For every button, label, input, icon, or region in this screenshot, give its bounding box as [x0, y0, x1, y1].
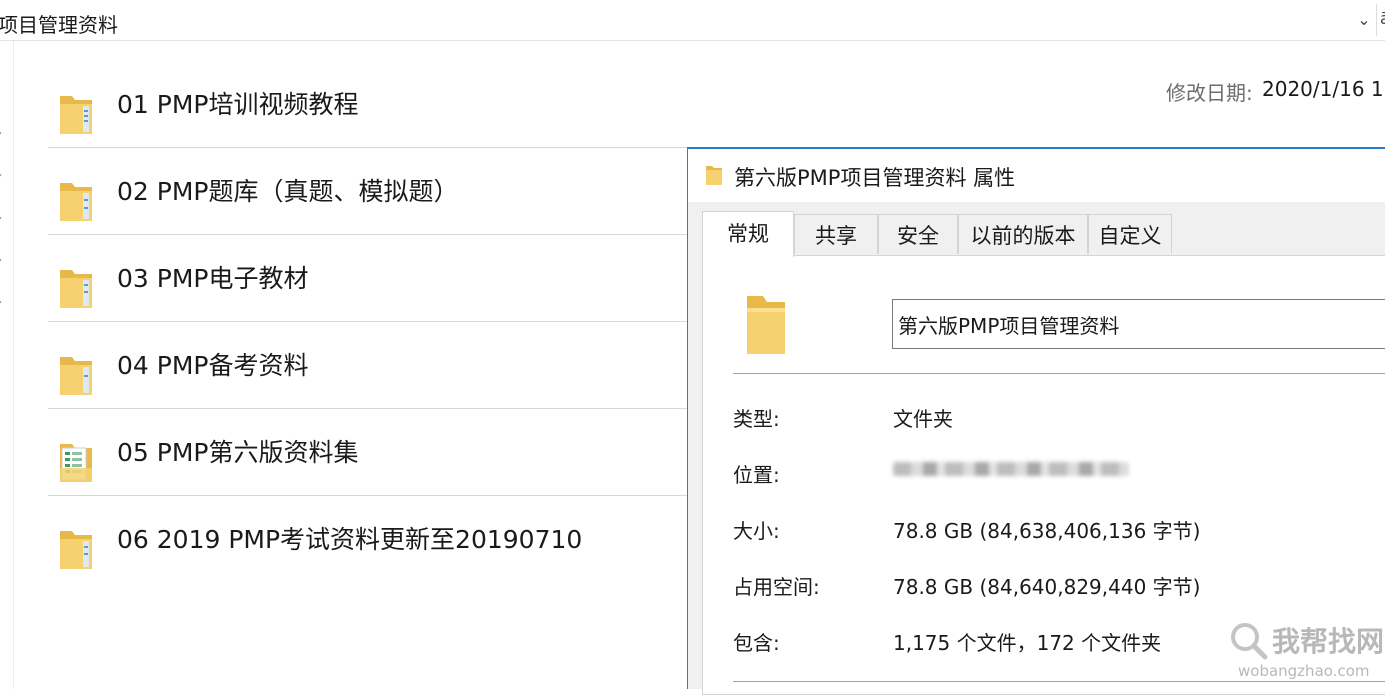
folder-icon [60, 270, 92, 308]
type-label: 类型: [733, 407, 780, 431]
address-path[interactable]: 项目管理资料 [0, 9, 118, 38]
expand-arrow-icon[interactable]: › [0, 170, 6, 181]
modified-date-label: 修改日期: [1166, 81, 1253, 105]
dialog-title-bar[interactable]: 第六版PMP项目管理资料 属性 [688, 147, 1385, 202]
divider [733, 373, 1385, 374]
size-on-disk-label: 占用空间: [733, 575, 820, 599]
tab-security[interactable]: 安全 [878, 214, 958, 254]
modified-date-value: 2020/1/16 17 [1262, 77, 1385, 101]
size-on-disk-value: 78.8 GB (84,640,829,440 字节) [893, 575, 1201, 599]
folder-icon [60, 96, 92, 134]
file-name[interactable]: 03 PMP电子教材 [117, 259, 308, 295]
folder-icon [706, 166, 722, 185]
expand-arrow-icon[interactable]: › [0, 213, 6, 224]
navigation-pane[interactable]: › › › › › [0, 41, 14, 689]
location-value-redacted [893, 462, 1129, 476]
contains-value: 1,175 个文件，172 个文件夹 [893, 631, 1162, 655]
refresh-icon[interactable]: ā [1380, 9, 1385, 28]
file-name[interactable]: 06 2019 PMP考试资料更新至20190710 [117, 520, 582, 556]
folder-icon [60, 531, 92, 569]
dialog-title: 第六版PMP项目管理资料 属性 [734, 166, 1016, 190]
file-name[interactable]: 02 PMP题库（真题、模拟题） [117, 172, 458, 208]
tab-customize[interactable]: 自定义 [1088, 214, 1172, 254]
type-value: 文件夹 [893, 407, 953, 431]
tab-sharing[interactable]: 共享 [794, 214, 878, 254]
tab-general[interactable]: 常规 [702, 211, 794, 257]
watermark-url: wobangzhao.com [1238, 662, 1370, 680]
expand-arrow-icon[interactable]: › [0, 128, 6, 139]
watermark: 我帮找网 wobangzhao.com [1228, 618, 1385, 689]
folder-spreadsheet-icon [60, 444, 92, 482]
file-name[interactable]: 05 PMP第六版资料集 [117, 433, 358, 469]
watermark-text: 我帮找网 [1272, 625, 1385, 658]
size-label: 大小: [733, 519, 780, 543]
folder-name-input[interactable] [892, 299, 1385, 349]
file-name[interactable]: 01 PMP培训视频教程 [117, 85, 358, 121]
file-name[interactable]: 04 PMP备考资料 [117, 346, 308, 382]
chevron-down-icon[interactable]: ⌄ [1354, 9, 1374, 31]
expand-arrow-icon[interactable]: › [0, 255, 6, 266]
location-label: 位置: [733, 463, 780, 487]
folder-icon [60, 183, 92, 221]
expand-arrow-icon[interactable]: › [0, 297, 6, 308]
properties-dialog[interactable]: 第六版PMP项目管理资料 属性 常规 共享 安全 以前的版本 自定义 类型: 文… [687, 147, 1385, 695]
tab-previous-versions[interactable]: 以前的版本 [958, 214, 1088, 254]
contains-label: 包含: [733, 631, 780, 655]
address-bar[interactable]: 项目管理资料 ⌄ ā [0, 0, 1385, 41]
size-value: 78.8 GB (84,638,406,136 字节) [893, 519, 1201, 543]
address-divider [1376, 4, 1377, 36]
magnifier-icon [1231, 623, 1268, 660]
folder-icon [60, 357, 92, 395]
folder-icon [747, 296, 785, 354]
